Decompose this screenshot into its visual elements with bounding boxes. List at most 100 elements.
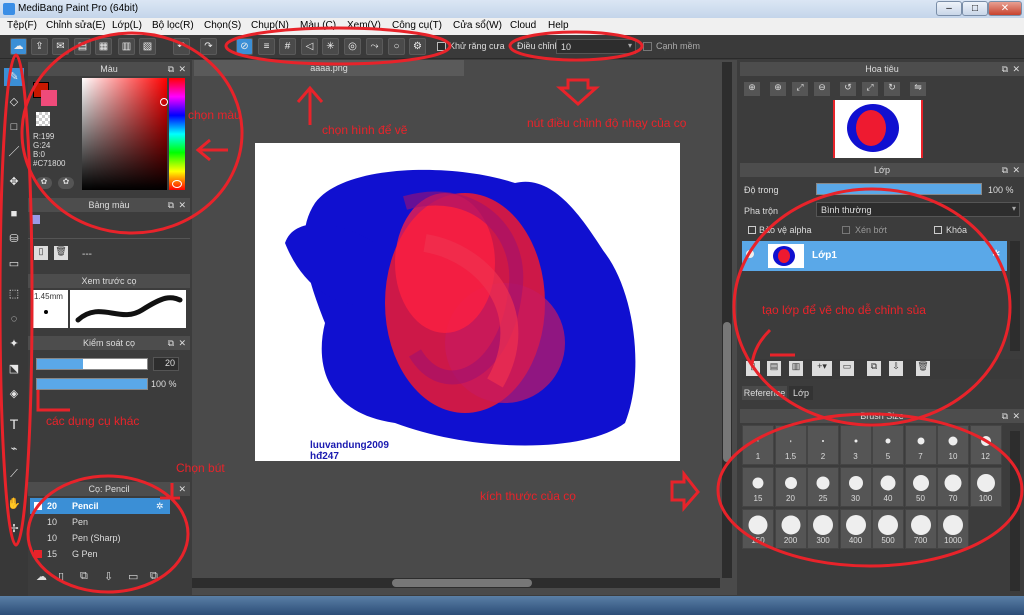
close-icon[interactable]: ✕ — [178, 62, 186, 76]
brush-size-cell[interactable]: 50 — [904, 467, 937, 507]
fullscreen-icon[interactable]: ⤢ — [862, 82, 878, 96]
brush-size-cell[interactable]: 7 — [904, 425, 937, 465]
saturation-value-picker[interactable] — [82, 78, 168, 190]
menu-file[interactable]: Tệp(F) — [7, 20, 37, 31]
menu-edit[interactable]: Chỉnh sửa(E) — [46, 20, 106, 31]
document-tab[interactable]: aaaa.png — [194, 60, 464, 76]
ellipse-snap-icon[interactable]: ○ — [388, 38, 405, 55]
menu-help[interactable]: Help — [548, 20, 569, 31]
fit-window-icon[interactable]: ⤢ — [792, 82, 808, 96]
duplicate-layer-icon[interactable]: ⧉ — [867, 361, 881, 376]
fill-rect-tool-icon[interactable]: ■ — [4, 205, 24, 223]
select-pen-icon[interactable]: ⬔ — [4, 360, 24, 378]
brush-item-pen[interactable]: 10 Pen — [30, 514, 170, 530]
protect-alpha-checkbox[interactable] — [748, 226, 756, 234]
layer-folder-icon[interactable]: ▭ — [840, 361, 854, 376]
menu-cloud[interactable]: Cloud — [510, 20, 536, 31]
cloud-brush-icon[interactable]: ☁ — [36, 570, 47, 583]
gear-icon[interactable]: ✲ — [992, 249, 1000, 260]
tab-layer[interactable]: Lớp — [789, 386, 813, 400]
undock-icon[interactable]: ⧉ — [168, 198, 174, 212]
lock-checkbox[interactable] — [934, 226, 942, 234]
zoom-tool-icon[interactable]: ✢ — [4, 520, 24, 538]
close-icon[interactable]: ✕ — [178, 198, 186, 212]
maximize-button[interactable]: □ — [962, 1, 988, 16]
duplicate-brush-icon[interactable]: ⧉ — [150, 570, 158, 583]
menu-layer[interactable]: Lớp(L) — [112, 20, 142, 31]
horizontal-scrollbar[interactable] — [192, 578, 720, 588]
secondary-color-swatch[interactable] — [41, 90, 57, 106]
frame-tool-icon[interactable]: ⌁ — [4, 440, 24, 458]
color-set-icon[interactable]: ✿ — [58, 177, 74, 189]
brush-size-scrollbar[interactable] — [1010, 431, 1020, 591]
brush-size-cell[interactable]: 15 — [742, 467, 774, 507]
comment-icon[interactable]: ✉ — [52, 38, 69, 55]
cloud-icon[interactable]: ☁ — [10, 38, 27, 55]
move-tool-icon[interactable]: ✥ — [4, 173, 24, 191]
new-brush-icon[interactable]: ▯ — [58, 570, 64, 583]
text-box-icon[interactable]: ▤ — [74, 38, 91, 55]
soft-edge-checkbox[interactable] — [643, 42, 652, 51]
palette-swatch[interactable] — [31, 215, 40, 224]
menu-capture[interactable]: Chụp(N) — [251, 20, 289, 31]
brush-size-cell[interactable]: 150 — [742, 509, 774, 549]
snap-off-icon[interactable]: ⊘ — [236, 38, 253, 55]
undo-icon[interactable]: ↶ — [173, 38, 190, 55]
brush-size-cell[interactable]: 30 — [839, 467, 872, 507]
scroll-thumb[interactable] — [723, 322, 731, 462]
redo-icon[interactable]: ↷ — [200, 38, 217, 55]
brush-size-cell[interactable]: 1000 — [937, 509, 969, 549]
blend-select[interactable]: Bình thường ▾ — [816, 202, 1020, 217]
parallel-snap-icon[interactable]: ≡ — [258, 38, 275, 55]
brush-size-cell[interactable]: 20 — [774, 467, 807, 507]
select-eraser-icon[interactable]: ◈ — [4, 385, 24, 403]
brush-size-cell[interactable]: 100 — [969, 467, 1002, 507]
grid-panel-icon[interactable]: ▥ — [118, 38, 135, 55]
line-tool-icon[interactable]: ／ — [4, 143, 24, 161]
menu-filter[interactable]: Bộ lọc(R) — [152, 20, 194, 31]
lasso-icon[interactable]: ◌ — [4, 310, 24, 328]
menu-tools[interactable]: Công cụ(T) — [392, 20, 442, 31]
menu-view[interactable]: Xem(V) — [347, 20, 381, 31]
brush-size-cell[interactable]: 500 — [872, 509, 904, 549]
gradient-tool-icon[interactable]: ▭ — [4, 255, 24, 273]
new-8bit-layer-icon[interactable]: ▥ — [789, 361, 803, 376]
tab-reference[interactable]: Reference — [742, 386, 787, 400]
close-icon[interactable]: ✕ — [178, 482, 186, 496]
import-brush-icon[interactable]: ⇩ — [104, 570, 113, 583]
brush-size-cell[interactable]: 1 — [742, 425, 774, 465]
adjust-select[interactable]: 10 ▾ — [556, 39, 636, 54]
layer-row[interactable]: Lớp1 ✲ — [742, 241, 1007, 271]
new-palette-icon[interactable]: ▯ — [34, 246, 48, 260]
undock-icon[interactable]: ⧉ — [1002, 409, 1008, 423]
copy-brush-icon[interactable]: ⧉ — [80, 570, 88, 583]
add-layer-menu-icon[interactable]: +▾ — [812, 361, 832, 376]
brush-size-cell[interactable]: 70 — [937, 467, 969, 507]
brush-size-cell[interactable]: 25 — [807, 467, 839, 507]
select-rect-icon[interactable]: ⬚ — [4, 285, 24, 303]
merge-layer-icon[interactable]: ⇩ — [889, 361, 903, 376]
layer-scrollbar[interactable] — [1010, 241, 1020, 351]
layout-icon[interactable]: ▧ — [139, 38, 156, 55]
close-icon[interactable]: ✕ — [1012, 409, 1020, 423]
close-icon[interactable]: ✕ — [1012, 62, 1020, 76]
opacity-slider[interactable] — [36, 378, 148, 390]
brush-size-cell[interactable]: 12 — [969, 425, 1002, 465]
vertical-scrollbar[interactable] — [722, 62, 732, 578]
text-tool-icon[interactable]: T — [4, 415, 24, 433]
brush-folder-icon[interactable]: ▭ — [128, 570, 138, 583]
brush-size-cell[interactable]: 200 — [774, 509, 807, 549]
dot-tool-icon[interactable]: □ — [4, 118, 24, 136]
flip-icon[interactable]: ⇋ — [910, 82, 926, 96]
rotate-right-icon[interactable]: ↻ — [884, 82, 900, 96]
eyedropper-icon[interactable]: ⟋ — [4, 465, 24, 483]
scroll-thumb[interactable] — [392, 579, 532, 587]
perspective-snap-icon[interactable]: ◁ — [301, 38, 318, 55]
brush-item-pencil[interactable]: 20 Pencil ✲ — [30, 498, 170, 514]
drawing-canvas[interactable]: luuvandung2009 hđ247 — [255, 143, 680, 461]
hue-slider[interactable] — [169, 78, 185, 190]
zoom-fit-icon[interactable]: ⊕ — [744, 82, 760, 96]
menu-color[interactable]: Màu (C) — [300, 20, 336, 31]
zoom-out-icon[interactable]: ⊖ — [814, 82, 830, 96]
brush-size-cell[interactable]: 5 — [872, 425, 904, 465]
